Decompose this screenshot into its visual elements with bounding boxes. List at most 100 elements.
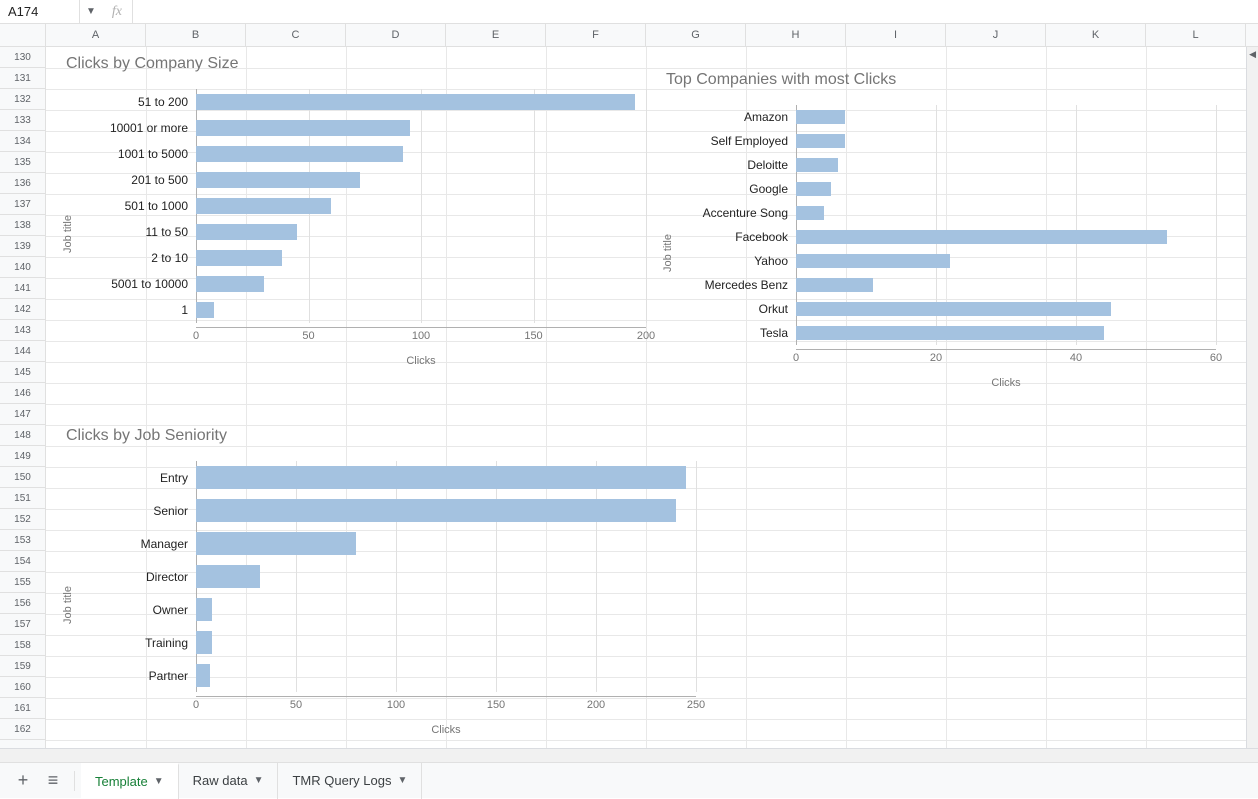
row-header[interactable]: 161: [0, 698, 45, 719]
column-header[interactable]: D: [346, 24, 446, 46]
bar-category-label: 5001 to 10000: [86, 277, 196, 291]
sheet-tab-menu-icon[interactable]: ▼: [254, 775, 264, 786]
row-header[interactable]: 144: [0, 341, 45, 362]
bar-category-label: Orkut: [686, 302, 796, 316]
row-header[interactable]: 138: [0, 215, 45, 236]
sheet-tab[interactable]: Template ▼: [81, 763, 179, 799]
bar-fill: [196, 664, 210, 687]
bar-category-label: 1001 to 5000: [86, 147, 196, 161]
column-header[interactable]: I: [846, 24, 946, 46]
row-header[interactable]: 160: [0, 677, 45, 698]
chart-clicks_by_seniority[interactable]: Clicks by Job SeniorityJob titleEntrySen…: [66, 427, 656, 736]
row-header[interactable]: 142: [0, 299, 45, 320]
chart-layer: Clicks by Company SizeJob title51 to 200…: [46, 47, 1258, 748]
bar-fill: [796, 182, 831, 196]
chart-xlabel: Clicks: [196, 355, 646, 367]
scroll-left-icon[interactable]: ◀: [1249, 49, 1256, 60]
bar-fill: [196, 224, 297, 240]
column-header[interactable]: E: [446, 24, 546, 46]
chart-ylabel: Job title: [62, 586, 74, 624]
row-header[interactable]: 143: [0, 320, 45, 341]
formula-input[interactable]: [133, 0, 1258, 23]
bar-fill: [196, 198, 331, 214]
row-header[interactable]: 133: [0, 110, 45, 131]
row-header[interactable]: 157: [0, 614, 45, 635]
formula-bar: A174 ▼ fx: [0, 0, 1258, 24]
bar-category-label: Partner: [86, 669, 196, 683]
chart-ylabel: Job title: [62, 215, 74, 253]
all-sheets-button[interactable]: ≡: [38, 766, 68, 796]
bar-fill: [796, 302, 1111, 316]
row-header[interactable]: 137: [0, 194, 45, 215]
bar-category-label: Yahoo: [686, 254, 796, 268]
column-header[interactable]: B: [146, 24, 246, 46]
cell-reference: A174: [8, 4, 38, 19]
select-all-corner[interactable]: [0, 24, 46, 47]
bar-category-label: Manager: [86, 537, 196, 551]
bar-fill: [796, 206, 824, 220]
bar-fill: [796, 230, 1167, 244]
vertical-scrollbar[interactable]: ◀: [1246, 47, 1258, 748]
x-tick-label: 150: [487, 699, 505, 711]
sheet-tab-label: TMR Query Logs: [292, 773, 391, 788]
row-header[interactable]: 155: [0, 572, 45, 593]
row-header[interactable]: 153: [0, 530, 45, 551]
x-tick-label: 100: [387, 699, 405, 711]
column-header[interactable]: A: [46, 24, 146, 46]
sheet-tab-menu-icon[interactable]: ▼: [397, 775, 407, 786]
bar-category-label: Senior: [86, 504, 196, 518]
bar-category-label: Mercedes Benz: [686, 278, 796, 292]
bar-category-label: Entry: [86, 471, 196, 485]
column-header[interactable]: H: [746, 24, 846, 46]
row-header[interactable]: 152: [0, 509, 45, 530]
horizontal-scrollbar[interactable]: [0, 748, 1258, 762]
row-header[interactable]: 139: [0, 236, 45, 257]
spreadsheet-grid: ABCDEFGHIJKL 130131132133134135136137138…: [0, 24, 1258, 762]
row-header[interactable]: 130: [0, 47, 45, 68]
row-header[interactable]: 146: [0, 383, 45, 404]
column-header[interactable]: K: [1046, 24, 1146, 46]
add-sheet-button[interactable]: +: [8, 766, 38, 796]
row-header[interactable]: 154: [0, 551, 45, 572]
row-header[interactable]: 156: [0, 593, 45, 614]
row-header[interactable]: 148: [0, 425, 45, 446]
sheet-tab-label: Template: [95, 774, 148, 789]
row-header[interactable]: 134: [0, 131, 45, 152]
row-header[interactable]: 158: [0, 635, 45, 656]
row-header[interactable]: 147: [0, 404, 45, 425]
column-header[interactable]: C: [246, 24, 346, 46]
chart-ylabel: Job title: [662, 234, 674, 272]
row-header[interactable]: 151: [0, 488, 45, 509]
x-tick-label: 60: [1210, 352, 1222, 364]
name-box-dropdown-icon[interactable]: ▼: [80, 6, 102, 17]
bar-category-label: Self Employed: [686, 134, 796, 148]
bar-fill: [196, 565, 260, 588]
bar-category-label: 2 to 10: [86, 251, 196, 265]
column-header[interactable]: F: [546, 24, 646, 46]
name-box[interactable]: A174: [0, 0, 80, 23]
row-header[interactable]: 149: [0, 446, 45, 467]
sheet-tab[interactable]: Raw data▼: [179, 763, 279, 799]
bar-category-label: 501 to 1000: [86, 199, 196, 213]
row-header[interactable]: 135: [0, 152, 45, 173]
row-header[interactable]: 145: [0, 362, 45, 383]
row-header[interactable]: 136: [0, 173, 45, 194]
x-tick-label: 50: [290, 699, 302, 711]
sheet-tab[interactable]: TMR Query Logs ▼: [278, 763, 422, 799]
cells-area[interactable]: Clicks by Company SizeJob title51 to 200…: [46, 47, 1258, 748]
row-header[interactable]: 131: [0, 68, 45, 89]
row-header[interactable]: 140: [0, 257, 45, 278]
row-header[interactable]: 132: [0, 89, 45, 110]
bar-fill: [196, 250, 282, 266]
chart-clicks_by_company_size[interactable]: Clicks by Company SizeJob title51 to 200…: [66, 55, 656, 367]
row-header[interactable]: 150: [0, 467, 45, 488]
chart-top_companies[interactable]: Top Companies with most ClicksJob titleA…: [666, 71, 1246, 389]
row-header[interactable]: 141: [0, 278, 45, 299]
column-header[interactable]: L: [1146, 24, 1246, 46]
row-header[interactable]: 162: [0, 719, 45, 740]
column-header[interactable]: J: [946, 24, 1046, 46]
row-header[interactable]: 159: [0, 656, 45, 677]
bar-category-label: Facebook: [686, 230, 796, 244]
column-header[interactable]: G: [646, 24, 746, 46]
sheet-tab-menu-icon[interactable]: ▼: [154, 776, 164, 787]
